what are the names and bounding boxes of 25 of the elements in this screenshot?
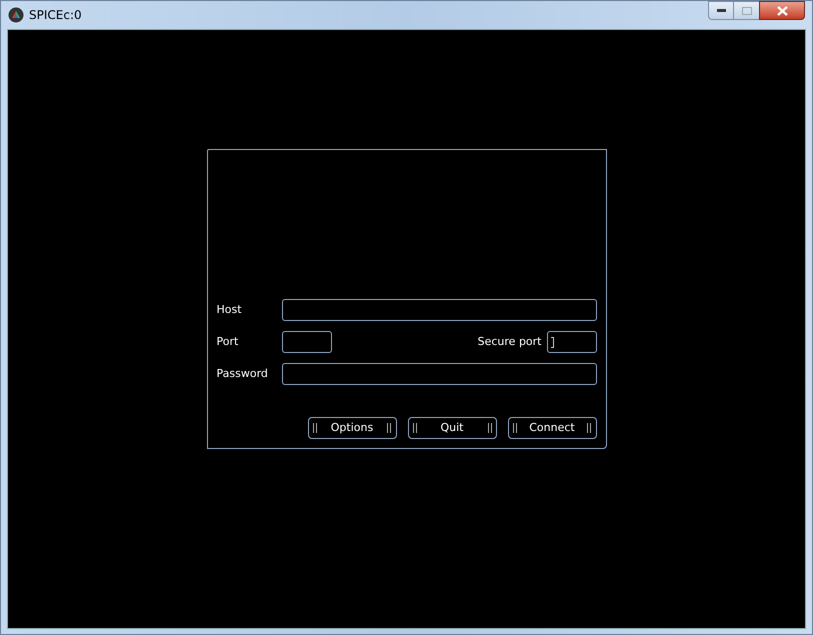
minimize-button[interactable] [708, 1, 734, 20]
grip-icon [587, 423, 592, 433]
app-logo-icon [8, 7, 24, 23]
input-field[interactable] [282, 331, 332, 353]
input-field[interactable] [282, 363, 596, 385]
grip-icon [312, 423, 316, 433]
input-field[interactable] [282, 299, 596, 321]
window-title: SPICEc:0 [29, 7, 82, 24]
field-label: Secure port [478, 334, 542, 350]
field-label: Password [216, 366, 269, 382]
grip-icon [412, 423, 416, 433]
dialog-button[interactable]: Quit [408, 417, 496, 439]
close-button[interactable] [759, 1, 805, 20]
minimize-icon [716, 9, 726, 12]
grip-icon [512, 423, 516, 433]
field-label: Port [216, 334, 240, 350]
input-field[interactable] [546, 331, 596, 353]
close-icon [776, 6, 788, 16]
text-cursor-icon [550, 336, 554, 348]
grip-icon [488, 423, 492, 433]
dialog-button[interactable]: Options [308, 417, 396, 439]
grip-icon [387, 423, 392, 433]
dialog-button[interactable]: Connect [508, 417, 596, 439]
field-label: Host [216, 302, 243, 318]
maximize-icon [742, 6, 752, 14]
